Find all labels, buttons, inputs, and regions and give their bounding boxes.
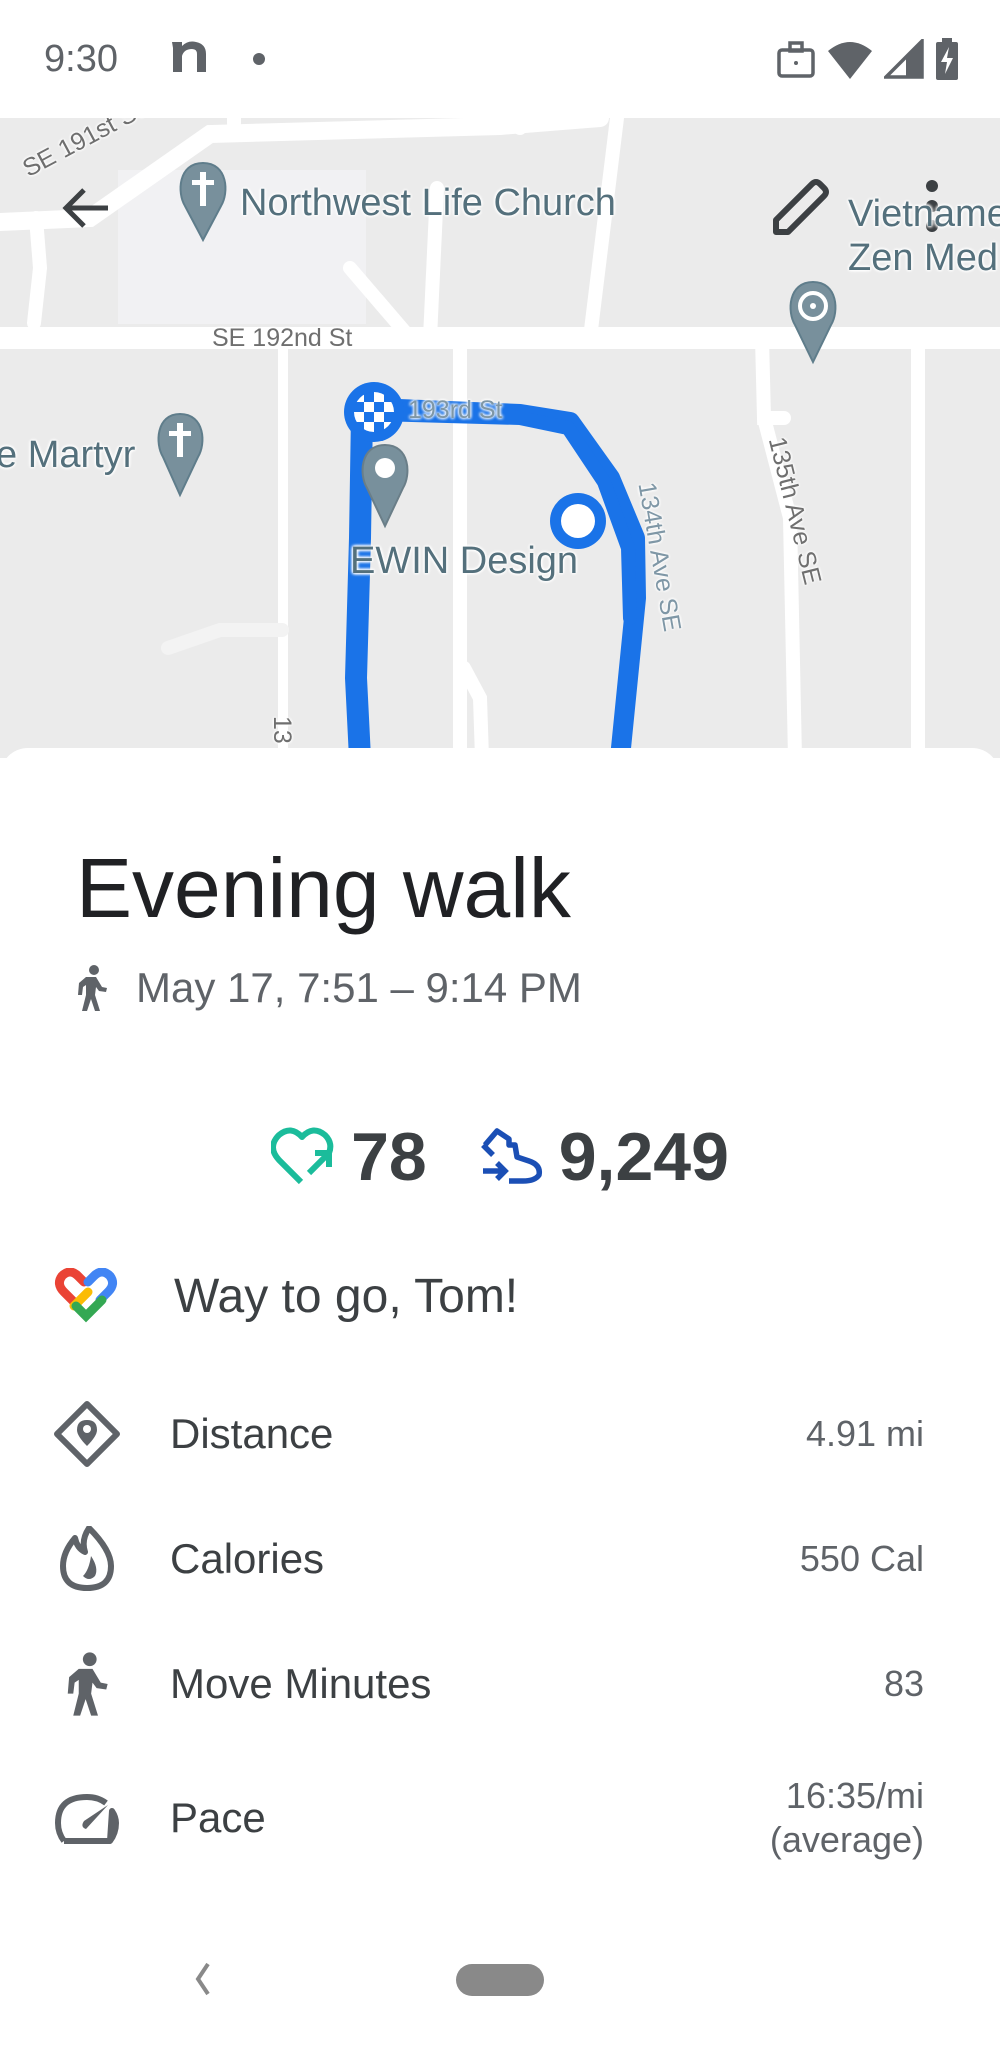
- metric-row-pace[interactable]: Pace 16:35/mi (average): [0, 1768, 1000, 1868]
- steps-value: 9,249: [558, 1119, 729, 1195]
- speedometer-icon: [52, 1783, 122, 1853]
- street-label: 13: [268, 716, 296, 744]
- activity-summary: 78 9,249: [0, 1118, 1000, 1196]
- arrow-back-icon: [62, 188, 108, 228]
- nav-back-icon: [195, 1962, 210, 1996]
- google-fit-heart-logo: [54, 1268, 118, 1323]
- activity-details-sheet: Evening walk May 17, 7:51 – 9:14 PM 78 9…: [0, 748, 1000, 2056]
- finish-flag-marker[interactable]: [344, 382, 404, 442]
- dot-icon: [253, 53, 265, 65]
- heart-points-icon: [271, 1127, 334, 1185]
- metric-label: Pace: [170, 1794, 266, 1841]
- road-spur: [27, 211, 48, 330]
- system-nav-bar: [0, 1900, 1000, 2056]
- wifi-icon: [826, 39, 874, 84]
- battery-charging-icon: [934, 38, 960, 85]
- metric-row-calories[interactable]: Calories 550 Cal: [0, 1509, 1000, 1609]
- notification-app-icon: [168, 36, 210, 81]
- metric-value: 550 Cal: [799, 1538, 924, 1579]
- metric-label: Move Minutes: [170, 1660, 432, 1707]
- steps-stat: 9,249: [479, 1118, 729, 1196]
- heart-points-value: 78: [351, 1119, 427, 1195]
- work-profile-icon: [776, 39, 816, 84]
- temple-pin-icon: [789, 280, 837, 365]
- metric-row-distance[interactable]: Distance 4.91 mi: [0, 1384, 1000, 1484]
- place-label[interactable]: Vietname Zen Med: [848, 192, 1000, 280]
- edit-pencil-icon: [773, 179, 829, 235]
- metric-value: 83: [883, 1663, 924, 1704]
- heart-points-stat: 78: [271, 1118, 427, 1196]
- street-label: 193rd St: [408, 396, 503, 424]
- walk-icon: [52, 1649, 122, 1719]
- street-label: SE 192nd St: [212, 324, 353, 352]
- place-label[interactable]: EWIN Design: [350, 540, 578, 583]
- edit-button[interactable]: [768, 174, 830, 236]
- place-label[interactable]: e Martyr: [0, 434, 135, 477]
- metric-value: 4.91 mi: [805, 1413, 924, 1454]
- metric-label: Distance: [170, 1410, 334, 1457]
- steps-shoe-icon: [480, 1128, 542, 1184]
- road-side: [161, 623, 289, 655]
- metric-label: Calories: [170, 1535, 325, 1582]
- road-vert-2: [583, 118, 624, 345]
- metric-value: 16:35/mi (average): [769, 1775, 924, 1860]
- nav-home-pill[interactable]: [456, 1964, 544, 1996]
- back-button[interactable]: [56, 178, 116, 238]
- place-label[interactable]: Northwest Life Church: [240, 182, 616, 225]
- congrats-text: Way to go, Tom!: [174, 1269, 519, 1323]
- nav-back-button[interactable]: [190, 1962, 220, 1996]
- status-time: 9:30: [44, 38, 118, 80]
- metric-row-move-minutes[interactable]: Move Minutes 83: [0, 1634, 1000, 1734]
- walk-icon: [78, 965, 107, 1011]
- activity-datetime: May 17, 7:51 – 9:14 PM: [136, 964, 582, 1011]
- calories-flame-icon: [52, 1524, 122, 1594]
- cell-signal-icon: [881, 36, 924, 84]
- status-bar: 9:30: [0, 0, 1000, 118]
- road-135-spur: [755, 331, 791, 425]
- church-pin-icon: [157, 412, 204, 498]
- distance-icon: [52, 1399, 122, 1469]
- activity-title: Evening walk: [76, 841, 571, 935]
- route-map[interactable]: Northwest Life Church Vietname Zen Med e…: [0, 118, 1000, 758]
- congrats-row: Way to go, Tom!: [54, 1268, 518, 1324]
- activity-datetime-row: May 17, 7:51 – 9:14 PM: [76, 964, 582, 1012]
